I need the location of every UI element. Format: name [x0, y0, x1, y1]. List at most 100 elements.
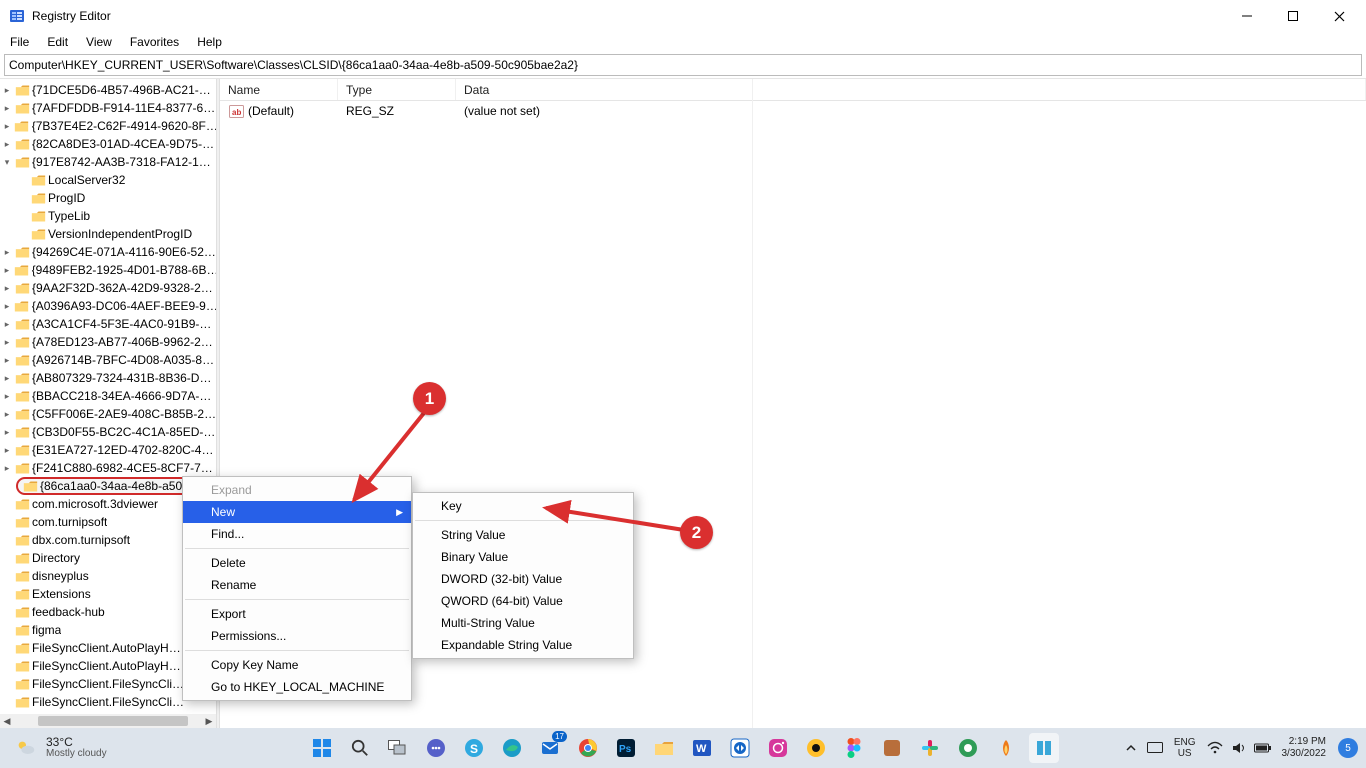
taskbar-app-generic1[interactable] [801, 733, 831, 763]
chevron-icon[interactable]: ▸ [2, 409, 12, 420]
taskbar-app-generic2[interactable] [877, 733, 907, 763]
col-type[interactable]: Type [338, 79, 456, 100]
chevron-icon[interactable]: ▸ [2, 337, 12, 348]
chevron-icon[interactable]: ▸ [2, 355, 12, 366]
chevron-icon[interactable]: ▸ [2, 373, 12, 384]
tree-item[interactable]: ProgID [0, 189, 216, 207]
tree-item[interactable]: ▸{7B37E4E2-C62F-4914-9620-8F… [0, 117, 216, 135]
clock[interactable]: 2:19 PM 3/30/2022 [1278, 736, 1331, 760]
chevron-icon[interactable]: ▸ [2, 445, 12, 456]
menu-view[interactable]: View [78, 33, 120, 51]
ctx-new-key[interactable]: Key [413, 495, 633, 517]
tree-item[interactable]: ▾{917E8742-AA3B-7318-FA12-1… [0, 153, 216, 171]
search-button[interactable] [345, 733, 375, 763]
ctx-new-binary[interactable]: Binary Value [413, 546, 633, 568]
ctx-delete[interactable]: Delete [183, 552, 411, 574]
taskbar-app-chrome[interactable] [573, 733, 603, 763]
chevron-icon[interactable]: ▸ [2, 427, 12, 438]
ctx-new-multistring[interactable]: Multi-String Value [413, 612, 633, 634]
chevron-icon[interactable]: ▸ [2, 247, 12, 258]
taskbar-app-chat[interactable] [421, 733, 451, 763]
taskbar-app-mail[interactable]: 17 [535, 733, 565, 763]
taskbar-app-skype[interactable]: S [459, 733, 489, 763]
scroll-thumb[interactable] [38, 716, 188, 726]
scroll-left-icon[interactable]: ◀ [0, 716, 14, 727]
taskbar-app-slack[interactable] [915, 733, 945, 763]
taskbar-app-generic4[interactable] [991, 733, 1021, 763]
minimize-button[interactable] [1224, 0, 1270, 32]
wifi-icon[interactable] [1206, 739, 1224, 757]
tree-item[interactable]: ▸{9489FEB2-1925-4D01-B788-6B… [0, 261, 216, 279]
taskbar[interactable]: 33°C Mostly cloudy S 17 Ps W ENG US [0, 728, 1366, 768]
start-button[interactable] [307, 733, 337, 763]
value-row[interactable]: ab (Default) REG_SZ (value not set) [220, 101, 1366, 121]
chevron-icon[interactable]: ▸ [2, 265, 12, 276]
task-view-button[interactable] [383, 733, 413, 763]
ctx-export[interactable]: Export [183, 603, 411, 625]
tree-item[interactable]: ▸{A3CA1CF4-5F3E-4AC0-91B9-… [0, 315, 216, 333]
taskbar-app-edge[interactable] [497, 733, 527, 763]
tree-item[interactable]: ▸{71DCE5D6-4B57-496B-AC21-… [0, 81, 216, 99]
chevron-icon[interactable]: ▸ [2, 103, 12, 114]
tree-item[interactable]: ▸{9AA2F32D-362A-42D9-9328-2… [0, 279, 216, 297]
context-menu-new[interactable]: Key String Value Binary Value DWORD (32-… [412, 492, 634, 659]
tree-item[interactable]: LocalServer32 [0, 171, 216, 189]
tree-horizontal-scrollbar[interactable]: ◀ ▶ [0, 714, 216, 728]
taskbar-app-word[interactable]: W [687, 733, 717, 763]
ctx-find[interactable]: Find... [183, 523, 411, 545]
taskbar-app-generic3[interactable] [953, 733, 983, 763]
chevron-icon[interactable]: ▸ [2, 463, 12, 474]
menu-help[interactable]: Help [189, 33, 230, 51]
ctx-new-string[interactable]: String Value [413, 524, 633, 546]
taskbar-app-teamviewer[interactable] [725, 733, 755, 763]
ctx-rename[interactable]: Rename [183, 574, 411, 596]
tree-item[interactable]: ▸{A926714B-7BFC-4D08-A035-8… [0, 351, 216, 369]
chevron-icon[interactable]: ▸ [2, 301, 12, 312]
col-data[interactable]: Data [456, 79, 1366, 100]
address-bar[interactable]: Computer\HKEY_CURRENT_USER\Software\Clas… [4, 54, 1362, 76]
taskbar-app-figma[interactable] [839, 733, 869, 763]
tree-item[interactable]: ▸{C5FF006E-2AE9-408C-B85B-2… [0, 405, 216, 423]
chevron-icon[interactable]: ▸ [2, 319, 12, 330]
notification-badge[interactable]: 5 [1338, 738, 1358, 758]
maximize-button[interactable] [1270, 0, 1316, 32]
scroll-right-icon[interactable]: ▶ [202, 716, 216, 727]
taskbar-weather-widget[interactable]: 33°C Mostly cloudy [0, 736, 160, 760]
tree-item[interactable]: ▸{CB3D0F55-BC2C-4C1A-85ED-… [0, 423, 216, 441]
ctx-new-dword[interactable]: DWORD (32-bit) Value [413, 568, 633, 590]
chevron-icon[interactable]: ▸ [2, 121, 12, 132]
ctx-goto-hklm[interactable]: Go to HKEY_LOCAL_MACHINE [183, 676, 411, 698]
tree-item[interactable]: TypeLib [0, 207, 216, 225]
tree-item[interactable]: ▸{A78ED123-AB77-406B-9962-2… [0, 333, 216, 351]
chevron-icon[interactable]: ▸ [2, 283, 12, 294]
ctx-new-expandstring[interactable]: Expandable String Value [413, 634, 633, 656]
menu-favorites[interactable]: Favorites [122, 33, 187, 51]
tree-item[interactable]: ▸{BBACC218-34EA-4666-9D7A-… [0, 387, 216, 405]
close-button[interactable] [1316, 0, 1362, 32]
chevron-icon[interactable]: ▸ [2, 391, 12, 402]
tree-item[interactable]: ▸{E31EA727-12ED-4702-820C-4… [0, 441, 216, 459]
taskbar-app-active[interactable] [1029, 733, 1059, 763]
tree-item[interactable]: ▸{82CA8DE3-01AD-4CEA-9D75-… [0, 135, 216, 153]
taskbar-app-explorer[interactable] [649, 733, 679, 763]
chevron-icon[interactable]: ▾ [2, 157, 12, 168]
tree-item[interactable]: VersionIndependentProgID [0, 225, 216, 243]
ctx-new[interactable]: New▶ [183, 501, 411, 523]
taskbar-app-photoshop[interactable]: Ps [611, 733, 641, 763]
tree-item[interactable]: ▸{7AFDFDDB-F914-11E4-8377-6… [0, 99, 216, 117]
language-indicator[interactable]: ENG US [1170, 737, 1200, 759]
context-menu-main[interactable]: Expand New▶ Find... Delete Rename Export… [182, 476, 412, 701]
tray-chevron-up-icon[interactable] [1122, 739, 1140, 757]
ctx-new-qword[interactable]: QWORD (64-bit) Value [413, 590, 633, 612]
chevron-icon[interactable]: ▸ [2, 85, 12, 96]
tree-item[interactable]: ▸{AB807329-7324-431B-8B36-D… [0, 369, 216, 387]
tree-item[interactable]: ▸{F241C880-6982-4CE5-8CF7-7… [0, 459, 216, 477]
col-name[interactable]: Name [220, 79, 338, 100]
menu-file[interactable]: File [2, 33, 37, 51]
tree-item[interactable]: ▸{94269C4E-071A-4116-90E6-52… [0, 243, 216, 261]
tree-item[interactable]: ▸{A0396A93-DC06-4AEF-BEE9-9… [0, 297, 216, 315]
ctx-copy-key-name[interactable]: Copy Key Name [183, 654, 411, 676]
volume-icon[interactable] [1230, 739, 1248, 757]
ctx-permissions[interactable]: Permissions... [183, 625, 411, 647]
taskbar-app-instagram[interactable] [763, 733, 793, 763]
